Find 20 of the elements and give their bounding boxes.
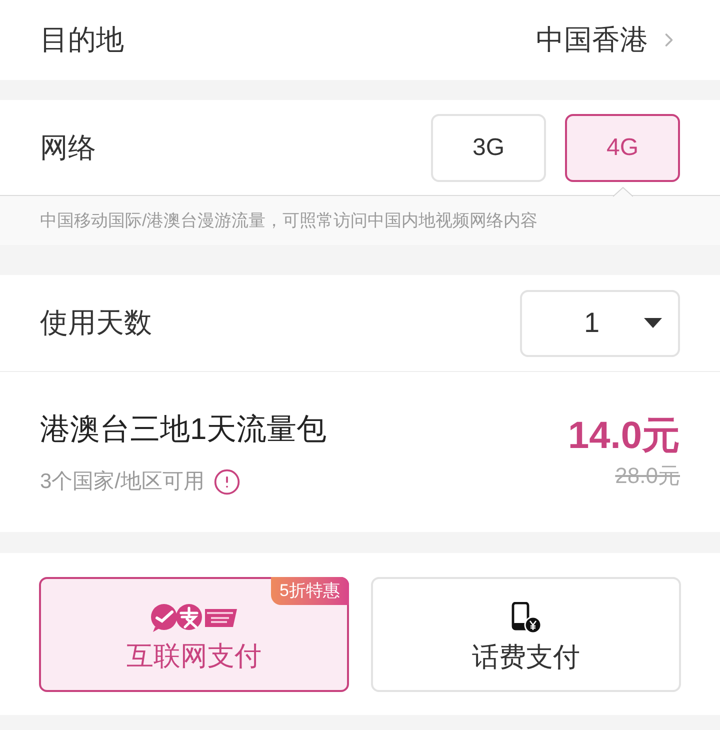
phone-yen-icon bbox=[510, 602, 542, 634]
discount-badge: 5折特惠 bbox=[270, 576, 349, 604]
network-note: 中国移动国际/港澳台漫游流量，可照常访问中国内地视频网络内容 bbox=[40, 210, 538, 232]
days-dropdown[interactable]: 1 bbox=[520, 290, 680, 356]
coverage-text: 3个国家/地区可用 bbox=[40, 468, 205, 495]
package-title: 港澳台三地1天流量包 bbox=[40, 412, 327, 448]
destination-row[interactable]: 目的地 中国香港 bbox=[0, 0, 720, 80]
original-price-text: 28.0元 bbox=[615, 465, 680, 487]
destination-value: 中国香港 bbox=[536, 23, 648, 57]
days-label: 使用天数 bbox=[40, 306, 152, 340]
destination-label: 目的地 bbox=[40, 23, 124, 57]
price-text: 14.0元 bbox=[568, 417, 680, 455]
network-option-button[interactable]: 3G bbox=[431, 114, 546, 182]
payment-option-button[interactable]: 互联网支付 5折特惠 bbox=[39, 576, 349, 692]
caret-down-icon bbox=[644, 318, 662, 328]
network-label: 网络 bbox=[40, 130, 96, 164]
payment-logo-icon bbox=[149, 602, 239, 632]
payment-option-button[interactable]: 话费支付 bbox=[371, 576, 681, 692]
exclamation-circle-icon[interactable] bbox=[212, 468, 241, 496]
network-option-button[interactable]: 4G bbox=[565, 114, 680, 182]
